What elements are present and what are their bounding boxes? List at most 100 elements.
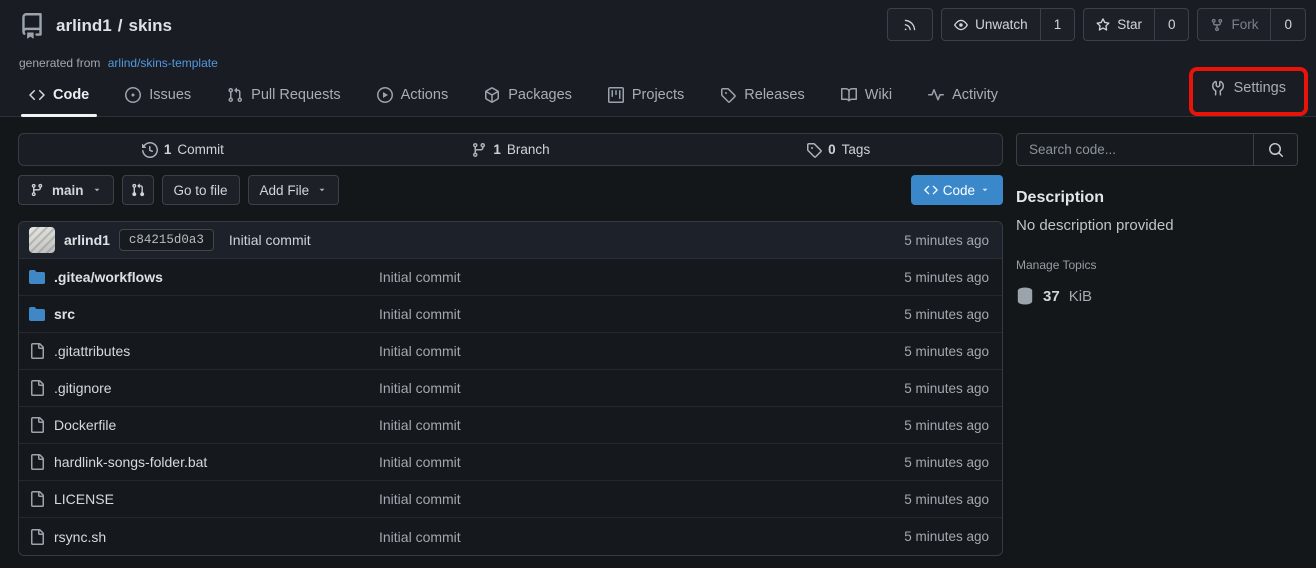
entry-commit-message[interactable]: Initial commit [379,491,904,507]
repo-stats-bar: 1 Commit 1 Branch 0 Tags [18,133,1003,166]
tab-packages[interactable]: Packages [473,77,583,116]
repo-sidebar: Description No description provided Mana… [1016,133,1298,305]
branch-icon [471,142,487,158]
add-file-button[interactable]: Add File [248,175,340,205]
unwatch-button[interactable]: Unwatch [942,9,1040,40]
activity-icon [928,87,944,103]
star-button[interactable]: Star [1084,9,1154,40]
branches-count: 1 [493,142,501,157]
package-icon [484,87,500,103]
watch-count[interactable]: 1 [1040,9,1075,40]
entry-commit-message[interactable]: Initial commit [379,343,904,359]
repo-name-link[interactable]: skins [128,16,171,36]
wiki-icon [841,87,857,103]
tab-projects[interactable]: Projects [597,77,695,116]
commit-message[interactable]: Initial commit [229,232,311,248]
tag-icon [720,87,736,103]
repo-size: 37 KiB [1016,287,1298,305]
settings-icon [1210,80,1226,96]
compare-icon [131,183,145,197]
table-row[interactable]: LICENSE Initial commit 5 minutes ago [19,481,1002,518]
manage-topics-link[interactable]: Manage Topics [1016,258,1298,272]
entry-time: 5 minutes ago [904,529,992,544]
code-icon [924,183,938,197]
actions-icon [377,87,393,103]
header-actions: Unwatch 1 Star 0 Fork 0 [887,8,1306,41]
entry-time: 5 minutes ago [904,307,992,322]
branch-toolbar: main Go to file Add File Code [18,175,1003,205]
code-icon [29,87,45,103]
entry-commit-message[interactable]: Initial commit [379,417,904,433]
entry-commit-message[interactable]: Initial commit [379,529,904,545]
table-row[interactable]: src Initial commit 5 minutes ago [19,296,1002,333]
table-row[interactable]: .gitattributes Initial commit 5 minutes … [19,333,1002,370]
file-icon [29,380,45,396]
entry-name[interactable]: .gitignore [54,380,112,396]
table-row[interactable]: hardlink-songs-folder.bat Initial commit… [19,444,1002,481]
branches-stat[interactable]: 1 Branch [347,134,675,165]
entry-name[interactable]: hardlink-songs-folder.bat [54,454,207,470]
tab-actions[interactable]: Actions [366,77,460,116]
search-button[interactable] [1253,134,1297,165]
branch-selector[interactable]: main [18,175,114,205]
avatar[interactable] [29,227,55,253]
fork-label: Fork [1231,17,1258,32]
commit-hash-badge[interactable]: c84215d0a3 [119,229,214,251]
star-button-group: Star 0 [1083,8,1189,41]
tab-wiki[interactable]: Wiki [830,77,903,116]
description-text: No description provided [1016,217,1298,234]
entry-name[interactable]: src [54,306,75,322]
tab-code[interactable]: Code [18,77,100,116]
code-download-button[interactable]: Code [911,175,1003,205]
entry-commit-message[interactable]: Initial commit [379,269,904,285]
entry-name[interactable]: LICENSE [54,491,114,507]
file-icon [29,454,45,470]
add-file-label: Add File [260,183,310,198]
template-link[interactable]: arlind/skins-template [108,56,218,70]
tags-stat[interactable]: 0 Tags [674,134,1002,165]
commits-count: 1 [164,142,172,157]
entry-time: 5 minutes ago [904,270,992,285]
search-input[interactable] [1017,134,1253,165]
file-icon [29,343,45,359]
fork-count[interactable]: 0 [1270,9,1305,40]
tab-activity-label: Activity [952,87,998,103]
tab-settings[interactable]: Settings [1210,80,1286,96]
rss-button[interactable] [888,9,932,40]
rss-button-group [887,8,933,41]
entry-commit-message[interactable]: Initial commit [379,380,904,396]
compare-button[interactable] [122,175,154,205]
table-row[interactable]: .gitea/workflows Initial commit 5 minute… [19,259,1002,296]
commits-label: Commit [177,142,224,157]
current-branch-label: main [52,183,84,198]
repo-tabs: Code Issues Pull Requests Actions Packag… [18,77,1009,116]
tab-releases[interactable]: Releases [709,77,815,116]
go-to-file-button[interactable]: Go to file [162,175,240,205]
fork-button[interactable]: Fork [1198,9,1270,40]
repo-size-value: 37 [1043,288,1060,305]
folder-icon [29,269,45,285]
table-row[interactable]: Dockerfile Initial commit 5 minutes ago [19,407,1002,444]
entry-name[interactable]: .gitea/workflows [54,269,163,285]
repo-separator: / [118,16,123,36]
repo-owner-link[interactable]: arlind1 [56,16,112,36]
commits-stat[interactable]: 1 Commit [19,134,347,165]
entry-name[interactable]: rsync.sh [54,529,106,545]
star-count[interactable]: 0 [1154,9,1189,40]
tab-activity[interactable]: Activity [917,77,1009,116]
entry-name[interactable]: Dockerfile [54,417,116,433]
branches-label: Branch [507,142,550,157]
tab-pull-requests[interactable]: Pull Requests [216,77,351,116]
tab-code-label: Code [53,87,89,103]
tab-issues[interactable]: Issues [114,77,202,116]
table-row[interactable]: .gitignore Initial commit 5 minutes ago [19,370,1002,407]
table-row[interactable]: rsync.sh Initial commit 5 minutes ago [19,518,1002,555]
commit-time: 5 minutes ago [904,233,992,248]
entry-name[interactable]: .gitattributes [54,343,130,359]
tab-releases-label: Releases [744,87,804,103]
commit-author[interactable]: arlind1 [64,232,110,248]
entry-commit-message[interactable]: Initial commit [379,454,904,470]
projects-icon [608,87,624,103]
pull-request-icon [227,87,243,103]
entry-commit-message[interactable]: Initial commit [379,306,904,322]
